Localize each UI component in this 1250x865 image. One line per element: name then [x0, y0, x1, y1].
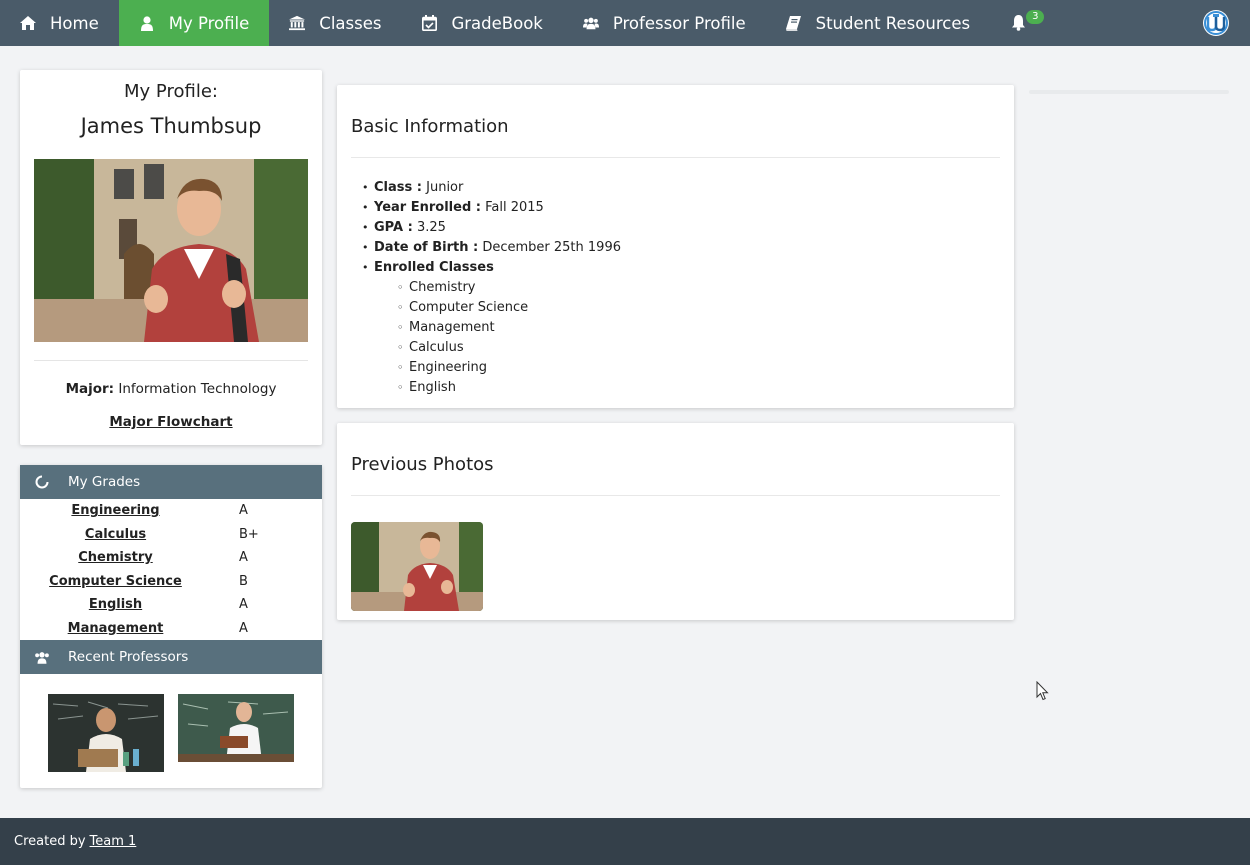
- nav-my-profile[interactable]: My Profile: [118, 0, 270, 46]
- previous-photos-card: Previous Photos: [337, 423, 1014, 620]
- enrolled-class-item: Management: [397, 318, 1014, 338]
- previous-photo-thumbnail[interactable]: [351, 522, 483, 611]
- basic-information-title: Basic Information: [351, 116, 509, 137]
- basic-information-card: Basic Information Class : Junior Year En…: [337, 85, 1014, 408]
- grade-row: English A: [20, 593, 322, 617]
- university-logo[interactable]: [1202, 9, 1230, 37]
- nav-gradebook[interactable]: GradeBook: [401, 0, 562, 46]
- grade-course-link[interactable]: Engineering: [20, 503, 211, 518]
- enrolled-classes-list: Chemistry Computer Science Management Ca…: [374, 278, 1014, 398]
- circle-notch-icon: [34, 474, 50, 490]
- grade-row: Engineering A: [20, 499, 322, 523]
- grade-letter: A: [239, 550, 248, 566]
- grade-letter: A: [239, 503, 248, 519]
- notification-count-badge: 3: [1026, 10, 1045, 24]
- info-class-label: Class :: [374, 180, 422, 195]
- professor-photo[interactable]: [48, 694, 164, 776]
- nav-home-label: Home: [50, 13, 99, 33]
- nav-my-profile-label: My Profile: [168, 13, 250, 33]
- my-grades-header: My Grades: [20, 465, 322, 499]
- profile-heading: My Profile:: [124, 81, 218, 102]
- grade-letter: B+: [239, 526, 259, 542]
- top-navbar: Home My Profile Classes GradeBook Profes…: [0, 0, 1250, 46]
- home-icon: [20, 15, 36, 31]
- profile-card: My Profile: James Thumbsup Major: Inform…: [20, 70, 322, 445]
- basic-information-list: Class : Junior Year Enrolled : Fall 2015…: [337, 158, 1014, 398]
- footer-credit: Created by: [14, 834, 86, 849]
- major-label: Major:: [65, 381, 115, 397]
- users-icon: [582, 15, 599, 31]
- bank-icon: [289, 15, 306, 31]
- major-value: Information Technology: [118, 381, 277, 397]
- profile-divider: [34, 360, 308, 361]
- profile-major: Major: Information Technology: [20, 381, 322, 397]
- info-gpa-value: 3.25: [416, 220, 446, 235]
- grade-course-link[interactable]: Chemistry: [20, 550, 211, 565]
- info-gpa-label: GPA :: [374, 220, 413, 235]
- professor-photo[interactable]: [178, 694, 294, 776]
- grade-course-link[interactable]: Management: [20, 621, 211, 636]
- nav-classes-label: Classes: [319, 13, 382, 33]
- info-class: Class : Junior: [362, 178, 1014, 198]
- grade-letter: A: [239, 597, 248, 613]
- nav-student-resources-label: Student Resources: [815, 13, 971, 33]
- info-dob-value: December 25th 1996: [482, 240, 621, 255]
- info-dob-label: Date of Birth :: [374, 240, 479, 255]
- enrolled-class-item: Computer Science: [397, 298, 1014, 318]
- info-year-label: Year Enrolled :: [374, 200, 481, 215]
- info-classes-label: Enrolled Classes: [374, 260, 494, 275]
- enrolled-class-item: Calculus: [397, 338, 1014, 358]
- calendar-check-icon: [421, 15, 437, 31]
- user-icon: [139, 15, 155, 31]
- notifications-button[interactable]: 3: [990, 0, 1050, 46]
- grade-letter: B: [239, 573, 248, 589]
- professor-photos: [20, 674, 322, 776]
- nav-student-resources[interactable]: Student Resources: [766, 0, 990, 46]
- footer: Created by Team 1: [0, 818, 1250, 865]
- info-class-value: Junior: [426, 180, 464, 195]
- recent-professors-title: Recent Professors: [68, 649, 189, 665]
- info-year-enrolled: Year Enrolled : Fall 2015: [362, 198, 1014, 218]
- info-enrolled-classes: Enrolled Classes Chemistry Computer Scie…: [362, 258, 1014, 398]
- profile-name: James Thumbsup: [80, 114, 262, 138]
- nav-professor-profile-label: Professor Profile: [612, 13, 746, 33]
- grade-row: Management A: [20, 617, 322, 641]
- profile-photo: [34, 159, 308, 342]
- enrolled-class-item: Chemistry: [397, 278, 1014, 298]
- nav-home[interactable]: Home: [0, 0, 119, 46]
- info-gpa: GPA : 3.25: [362, 218, 1014, 238]
- right-sidebar-placeholder: [1029, 90, 1229, 94]
- mouse-cursor-icon: [1036, 680, 1050, 701]
- grade-row: Computer Science B: [20, 570, 322, 594]
- grades-card: My Grades Engineering A Calculus B+ Chem…: [20, 465, 322, 788]
- grade-course-link[interactable]: Computer Science: [20, 574, 211, 589]
- footer-team-link[interactable]: Team 1: [90, 834, 137, 849]
- card-divider: [351, 495, 1000, 496]
- grade-row: Chemistry A: [20, 546, 322, 570]
- bell-icon: [1010, 15, 1026, 31]
- nav-professor-profile[interactable]: Professor Profile: [563, 0, 766, 46]
- grade-course-link[interactable]: English: [20, 597, 211, 612]
- grade-course-link[interactable]: Calculus: [20, 527, 211, 542]
- users-icon: [34, 649, 50, 665]
- grade-row: Calculus B+: [20, 523, 322, 547]
- info-year-value: Fall 2015: [485, 200, 544, 215]
- recent-professors-header: Recent Professors: [20, 640, 322, 674]
- nav-gradebook-label: GradeBook: [451, 13, 543, 33]
- enrolled-class-item: English: [397, 378, 1014, 398]
- grade-letter: A: [239, 620, 248, 636]
- major-flowchart-link[interactable]: Major Flowchart: [20, 414, 322, 430]
- enrolled-class-item: Engineering: [397, 358, 1014, 378]
- info-dob: Date of Birth : December 25th 1996: [362, 238, 1014, 258]
- nav-classes[interactable]: Classes: [269, 0, 401, 46]
- my-grades-title: My Grades: [68, 474, 141, 490]
- grades-list: Engineering A Calculus B+ Chemistry A Co…: [20, 499, 322, 640]
- book-icon: [786, 15, 802, 31]
- previous-photos-title: Previous Photos: [351, 454, 494, 475]
